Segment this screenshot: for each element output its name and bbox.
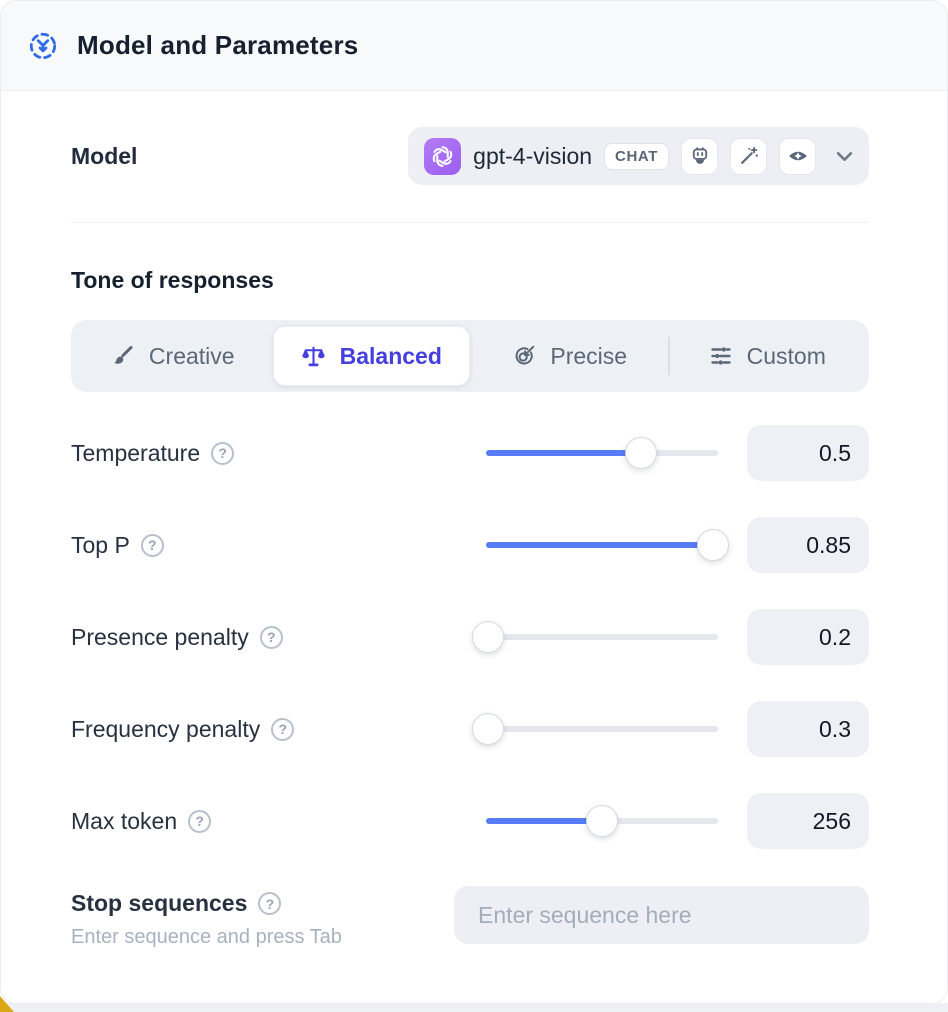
tab-label: Balanced (340, 343, 442, 370)
slider-fill (486, 818, 602, 824)
model-row: Model gpt-4-vision CH (71, 127, 869, 185)
temperature-slider[interactable] (486, 437, 718, 469)
tone-tab-group: Creative Balanced (71, 320, 869, 392)
slider-track[interactable] (486, 634, 718, 640)
stop-sequences-hint: Enter sequence and press Tab (71, 926, 342, 949)
robot-icon (681, 138, 718, 175)
tab-label: Creative (149, 343, 235, 370)
param-row-temperature: Temperature ? 0.5 (71, 425, 869, 481)
temperature-value[interactable]: 0.5 (747, 425, 869, 481)
slider-handle[interactable] (472, 621, 504, 653)
help-icon[interactable]: ? (141, 534, 164, 557)
help-icon[interactable]: ? (258, 892, 281, 915)
page-background-strip (0, 1003, 948, 1012)
param-label: Presence penalty ? (71, 624, 283, 651)
slider-handle[interactable] (472, 713, 504, 745)
help-icon[interactable]: ? (271, 718, 294, 741)
tone-heading: Tone of responses (71, 267, 869, 294)
slider-handle[interactable] (586, 805, 618, 837)
tab-balanced[interactable]: Balanced (273, 326, 471, 386)
slider-handle[interactable] (697, 529, 729, 561)
sliders-icon (709, 344, 733, 368)
model-icon (27, 30, 59, 62)
help-icon[interactable]: ? (211, 442, 234, 465)
tab-precise[interactable]: Precise (472, 326, 668, 386)
frequency-penalty-value[interactable]: 0.3 (747, 701, 869, 757)
chevron-down-icon[interactable] (836, 151, 853, 162)
help-icon[interactable]: ? (260, 626, 283, 649)
slider-track[interactable] (486, 726, 718, 732)
slider-fill (486, 542, 713, 548)
panel-title: Model and Parameters (77, 30, 358, 61)
tab-label: Custom (747, 343, 826, 370)
help-icon[interactable]: ? (188, 810, 211, 833)
slider-fill (486, 450, 641, 456)
param-row-frequency-penalty: Frequency penalty ? 0.3 (71, 701, 869, 757)
param-row-presence-penalty: Presence penalty ? 0.2 (71, 609, 869, 665)
param-label: Temperature ? (71, 440, 234, 467)
param-label: Max token ? (71, 808, 211, 835)
max-token-slider[interactable] (486, 805, 718, 837)
panel-content: Model gpt-4-vision CH (1, 127, 947, 949)
frequency-penalty-slider[interactable] (486, 713, 718, 745)
model-select-dropdown[interactable]: gpt-4-vision CHAT (408, 127, 869, 185)
section-divider (71, 222, 869, 223)
openai-logo (424, 138, 461, 175)
stop-sequences-labels: Stop sequences ? Enter sequence and pres… (71, 886, 342, 949)
selected-model-name: gpt-4-vision (473, 143, 592, 170)
vision-eye-icon (779, 138, 816, 175)
tab-label: Precise (550, 343, 627, 370)
slider-handle[interactable] (625, 437, 657, 469)
model-label: Model (71, 143, 137, 170)
stop-sequences-row: Stop sequences ? Enter sequence and pres… (71, 886, 869, 949)
tab-custom[interactable]: Custom (670, 326, 866, 386)
balance-scale-icon (301, 344, 326, 369)
param-label: Top P ? (71, 532, 164, 559)
max-token-value[interactable]: 256 (747, 793, 869, 849)
top-p-value[interactable]: 0.85 (747, 517, 869, 573)
presence-penalty-value[interactable]: 0.2 (747, 609, 869, 665)
panel-header: Model and Parameters (1, 1, 947, 91)
presence-penalty-slider[interactable] (486, 621, 718, 653)
paintbrush-icon (111, 344, 135, 368)
param-row-top-p: Top P ? 0.85 (71, 517, 869, 573)
model-parameters-panel: Model and Parameters Model (0, 0, 948, 1004)
model-type-badge: CHAT (604, 143, 669, 170)
tab-creative[interactable]: Creative (75, 326, 271, 386)
stop-sequence-input[interactable] (454, 886, 869, 944)
stop-sequences-label: Stop sequences ? (71, 890, 342, 917)
target-icon (512, 344, 536, 368)
param-row-max-token: Max token ? 256 (71, 793, 869, 849)
top-p-slider[interactable] (486, 529, 718, 561)
param-label: Frequency penalty ? (71, 716, 294, 743)
magic-wand-icon (730, 138, 767, 175)
